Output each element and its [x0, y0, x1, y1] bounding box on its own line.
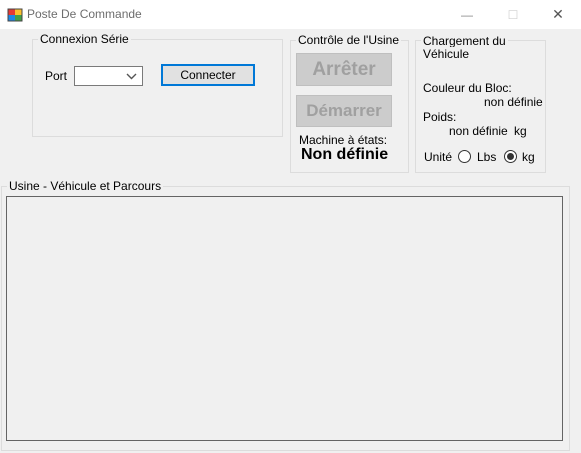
state-machine-label: Machine à états: [299, 133, 388, 147]
connexion-serie-label: Connexion Série [38, 32, 131, 46]
close-icon: ✕ [552, 6, 564, 22]
chargement-label-line2: Véhicule [421, 47, 472, 61]
state-machine-value: Non définie [301, 146, 389, 163]
color-label: Couleur du Bloc: [423, 81, 512, 95]
maximize-button[interactable]: ☐ [490, 0, 536, 29]
connect-button-label: Connecter [180, 68, 236, 82]
weight-label: Poids: [423, 110, 457, 124]
chargement-label-line1: Chargement du [421, 34, 508, 48]
weight-value: non définie [449, 124, 508, 138]
close-button[interactable]: ✕ [535, 0, 581, 29]
port-select[interactable] [74, 66, 143, 86]
stop-button-label: Arrêter [312, 58, 376, 80]
usine-parcours-label: Usine - Véhicule et Parcours [7, 179, 164, 193]
port-label: Port [45, 69, 68, 83]
app-icon [7, 8, 23, 22]
controle-usine-label: Contrôle de l'Usine [296, 33, 402, 47]
stop-button[interactable]: Arrêter [296, 53, 392, 86]
unit-kg-label[interactable]: kg [522, 150, 535, 164]
minimize-button[interactable]: — [444, 0, 490, 29]
chevron-down-icon [126, 73, 137, 80]
connexion-serie-group [32, 39, 283, 137]
window-title: Poste De Commande [27, 7, 142, 21]
unit-kg-radio[interactable] [504, 150, 517, 163]
weight-unit: kg [514, 124, 527, 138]
parcours-canvas[interactable] [6, 196, 563, 441]
unit-lbs-label[interactable]: Lbs [477, 150, 496, 164]
maximize-icon: ☐ [507, 7, 519, 22]
minimize-icon: — [461, 7, 473, 22]
unit-label: Unité [424, 150, 453, 164]
start-button-label: Démarrer [306, 101, 382, 120]
title-bar: Poste De Commande — ☐ ✕ [0, 0, 581, 29]
start-button[interactable]: Démarrer [296, 95, 392, 127]
color-value: non définie [484, 95, 543, 109]
unit-lbs-radio[interactable] [458, 150, 471, 163]
connect-button[interactable]: Connecter [161, 64, 255, 86]
